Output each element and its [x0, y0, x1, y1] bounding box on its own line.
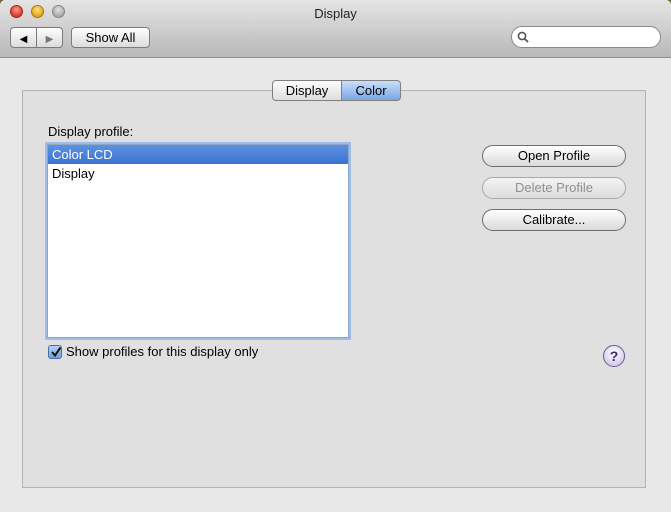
search-input[interactable] — [532, 29, 658, 47]
window-title: Display — [314, 6, 357, 21]
display-preferences-window: Display ◀ ▶ Show All Display Color Displ… — [0, 0, 671, 512]
tab-display[interactable]: Display — [272, 80, 342, 101]
calibrate-button[interactable]: Calibrate... — [482, 209, 626, 231]
show-all-button[interactable]: Show All — [71, 27, 150, 48]
help-button[interactable]: ? — [603, 345, 625, 367]
search-field[interactable] — [511, 26, 661, 48]
open-profile-button[interactable]: Open Profile — [482, 145, 626, 167]
delete-profile-button[interactable]: Delete Profile — [482, 177, 626, 199]
profile-list[interactable]: Color LCD Display — [47, 144, 349, 338]
show-profiles-checkbox-row[interactable]: Show profiles for this display only — [48, 344, 258, 359]
back-button[interactable]: ◀ — [10, 27, 37, 48]
tab-color[interactable]: Color — [342, 80, 401, 101]
help-icon: ? — [609, 348, 619, 364]
forward-arrow-icon: ▶ — [45, 34, 54, 45]
show-profiles-checkbox[interactable] — [48, 344, 62, 359]
window-toolbar: Display ◀ ▶ Show All — [0, 0, 671, 58]
tab-bar: Display Color — [272, 80, 401, 101]
list-item[interactable]: Color LCD — [48, 145, 348, 164]
show-profiles-label: Show profiles for this display only — [66, 344, 259, 359]
checkmark-icon — [51, 346, 62, 357]
display-profile-label: Display profile: — [48, 124, 134, 139]
search-icon — [517, 31, 529, 43]
back-arrow-icon: ◀ — [19, 34, 28, 45]
list-item[interactable]: Display — [48, 164, 348, 183]
forward-button[interactable]: ▶ — [36, 27, 63, 48]
